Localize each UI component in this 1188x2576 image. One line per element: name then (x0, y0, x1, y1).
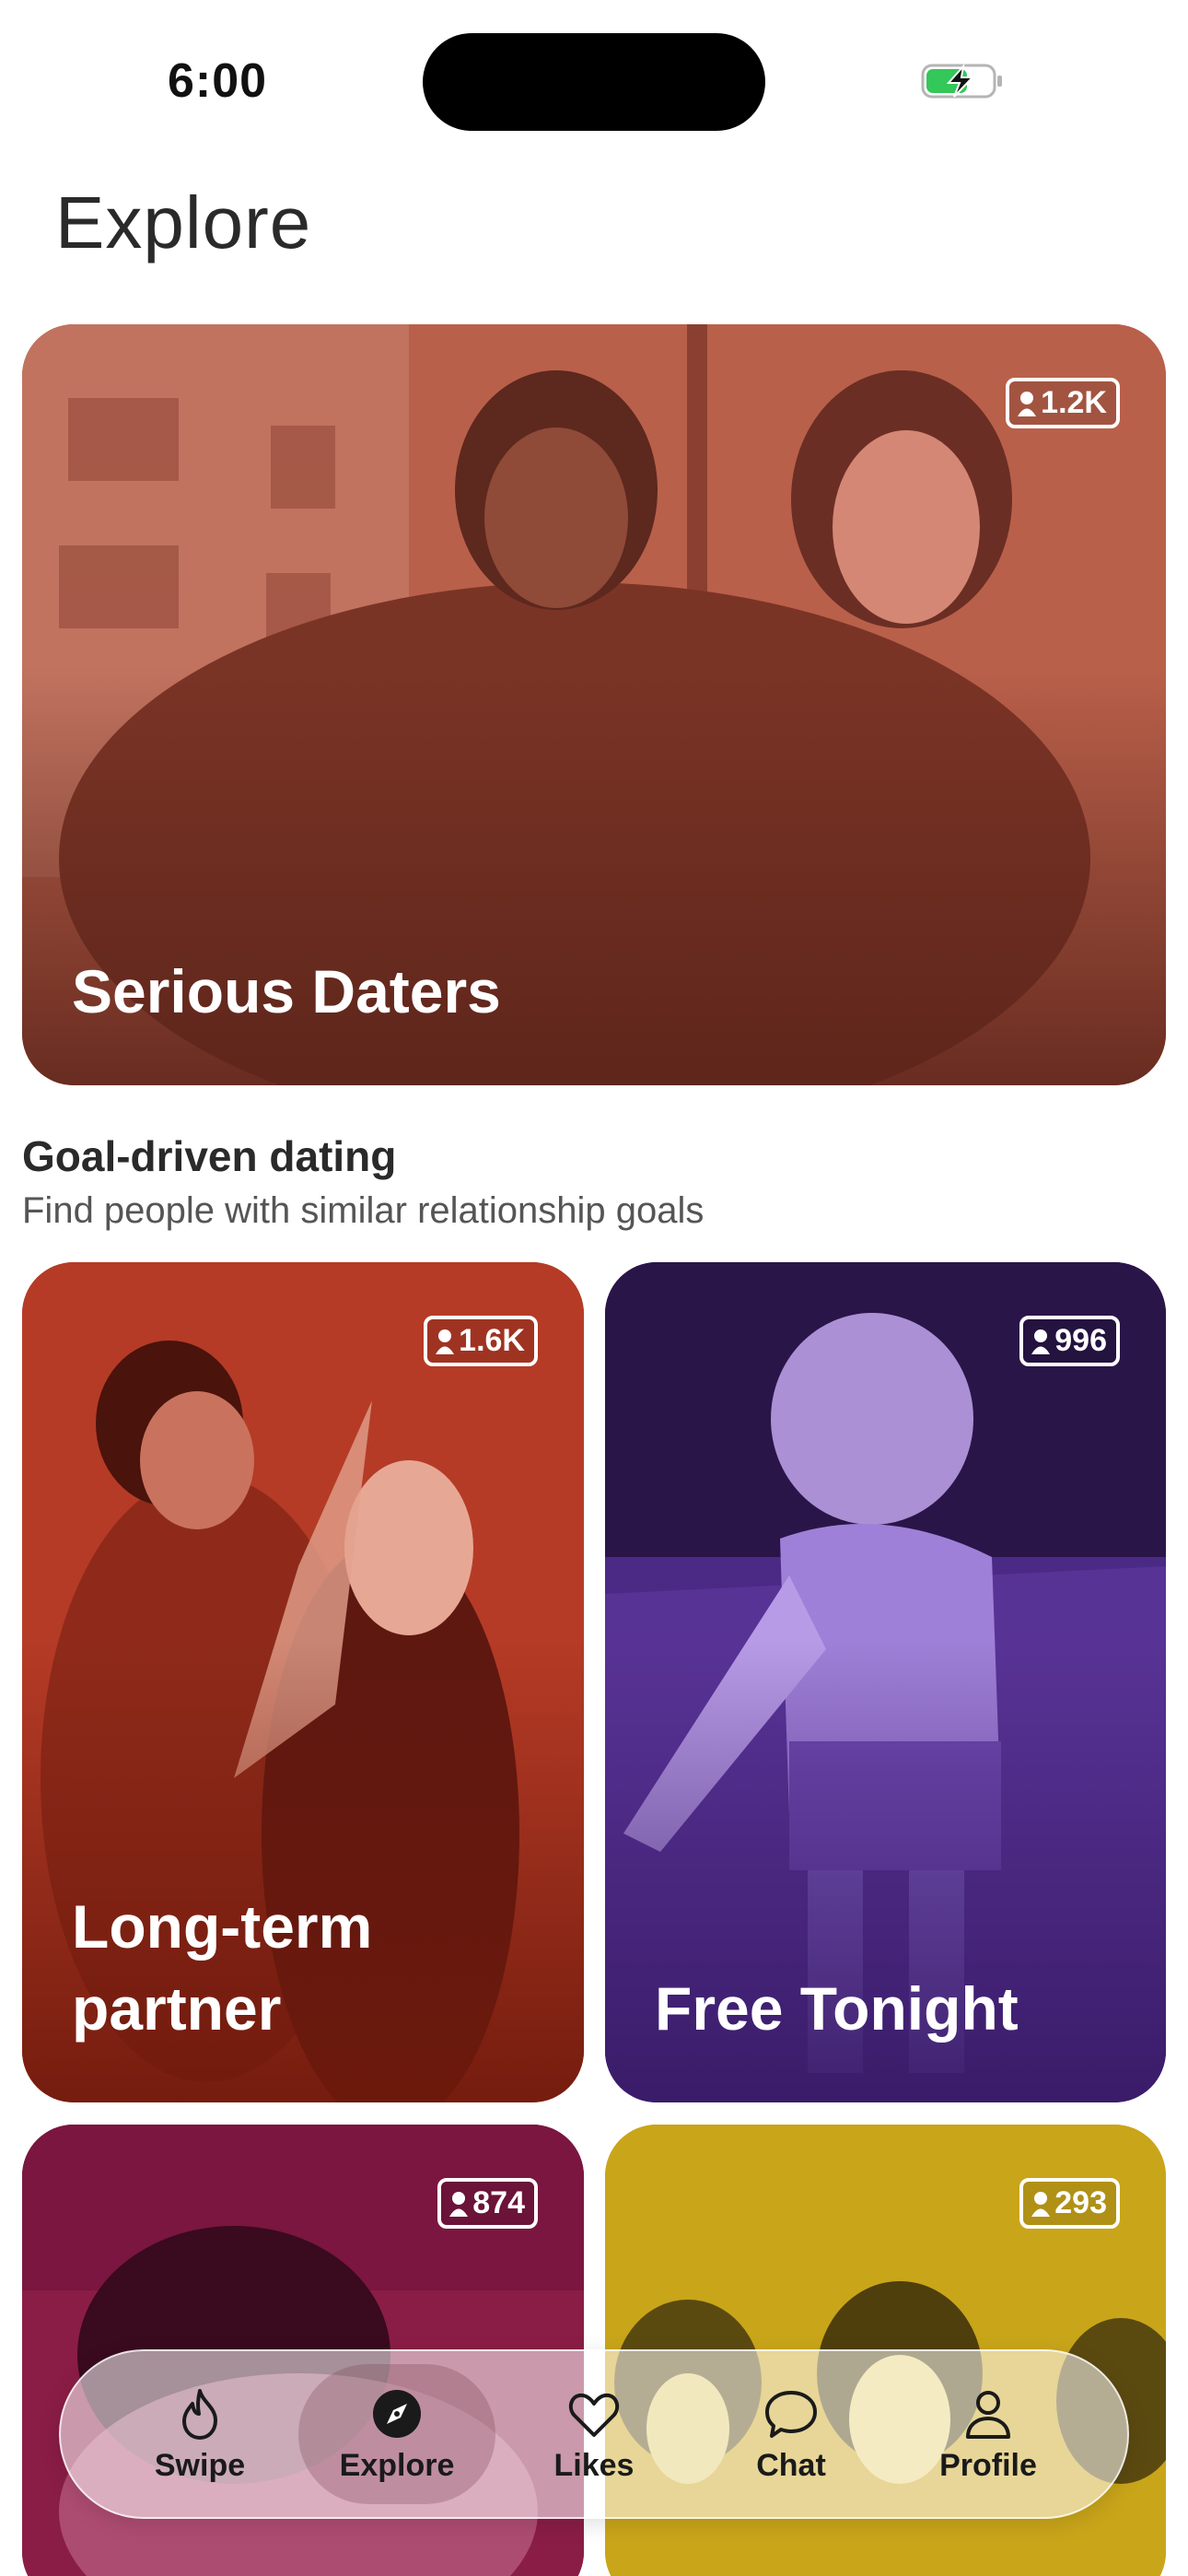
bottom-tab-bar: Swipe Explore Likes Chat Profile (59, 2349, 1129, 2519)
person-icon (449, 2191, 469, 2217)
member-count-badge: 1.2K (1006, 378, 1120, 428)
member-count: 1.6K (459, 1323, 525, 1358)
compass-icon (373, 2389, 421, 2438)
member-count: 293 (1054, 2185, 1107, 2220)
page-title: Explore (55, 181, 312, 263)
tab-swipe[interactable]: Swipe (101, 2364, 298, 2504)
section-title: Goal-driven dating (22, 1132, 397, 1180)
person-icon (966, 2390, 1010, 2439)
card-title: Free Tonight (655, 1973, 1019, 2043)
tab-likes[interactable]: Likes (495, 2364, 693, 2504)
heart-icon (568, 2393, 620, 2437)
card-title: Serious Daters (72, 956, 501, 1025)
person-icon (1031, 1329, 1051, 1354)
tab-label: Swipe (154, 2447, 246, 2483)
card-long-term-partner[interactable]: 1.6K Long-term partner (22, 1262, 584, 2102)
tab-label: Chat (756, 2447, 826, 2483)
card-serious-daters[interactable]: 1.2K Serious Daters (22, 324, 1166, 1085)
tab-chat[interactable]: Chat (693, 2364, 890, 2504)
battery-charging-icon (921, 63, 1002, 99)
member-count-badge: 874 (437, 2178, 538, 2229)
tab-label: Explore (339, 2447, 455, 2483)
tab-explore[interactable]: Explore (298, 2364, 495, 2504)
member-count-badge: 1.6K (424, 1316, 538, 1366)
card-title-line-2: partner (72, 1973, 282, 2043)
member-count: 1.2K (1041, 385, 1107, 420)
member-count-badge: 293 (1019, 2178, 1120, 2229)
member-count: 874 (472, 2185, 525, 2220)
card-title-line-1: Long-term (72, 1892, 373, 1961)
person-icon (436, 1329, 455, 1354)
flame-icon (182, 2388, 217, 2440)
card-free-tonight[interactable]: 996 Free Tonight (605, 1262, 1166, 2102)
member-count-badge: 996 (1019, 1316, 1120, 1366)
status-time: 6:00 (168, 54, 268, 108)
card-title: Long-term partner (72, 1886, 372, 2049)
tab-profile[interactable]: Profile (890, 2364, 1087, 2504)
person-icon (1018, 391, 1037, 416)
person-icon (1031, 2191, 1051, 2217)
section-subtitle: Find people with similar relationship go… (22, 1190, 705, 1231)
chat-bubble-icon (765, 2390, 817, 2438)
dynamic-island (423, 33, 765, 131)
tab-label: Likes (553, 2447, 635, 2483)
member-count: 996 (1054, 1323, 1107, 1358)
tab-label: Profile (939, 2447, 1037, 2483)
